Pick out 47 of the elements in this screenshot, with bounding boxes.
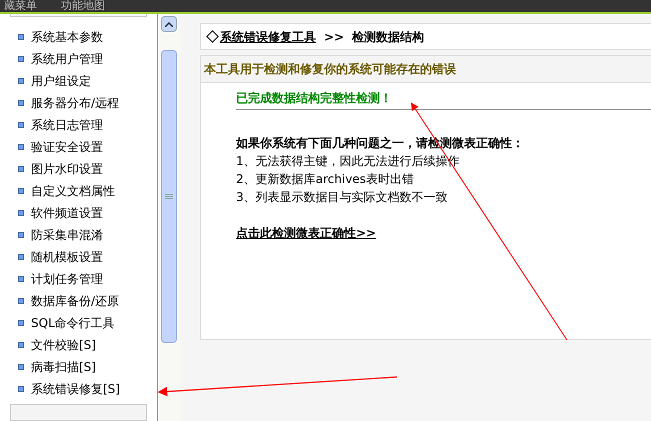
scroll-up-icon[interactable] [161,16,177,32]
bullet-icon [18,342,24,348]
bullet-icon [18,232,24,238]
bullet-icon [18,386,24,392]
bullet-icon [18,254,24,260]
breadcrumb-separator: >> [324,28,344,46]
bullet-icon [18,78,24,84]
bullet-icon [18,56,24,62]
bullet-icon [18,210,24,216]
bullet-icon [18,144,24,150]
sidebar-item[interactable]: SQL命令行工具 [0,312,157,334]
sidebar-item[interactable]: 系统错误修复[S] [0,378,157,400]
sidebar-item[interactable]: 系统日志管理 [0,114,157,136]
sidebar-item[interactable]: 软件频道设置 [0,202,157,224]
problem-item: 3、列表显示数据目与实际文档数不一致 [236,189,449,206]
scroll-thumb[interactable] [161,50,177,343]
bullet-icon [18,34,24,40]
sidebar-item[interactable]: 用户组设定 [0,70,157,92]
bullet-icon [18,276,24,282]
top-bar-link[interactable]: 功能地图 [61,0,105,12]
sidebar-item[interactable]: 自定义文档属性 [0,180,157,202]
status-message: 已完成数据结构完整性检测！ [236,90,393,107]
breadcrumb-link[interactable]: 系统错误修复工具 [220,28,316,46]
sidebar-item[interactable]: 随机模板设置 [0,246,157,268]
sidebar-item[interactable]: 服务器分布/远程 [0,92,157,114]
sidebar-item[interactable]: 文件校验[S] [0,334,157,356]
bullet-icon [18,364,24,370]
bullet-icon [18,122,24,128]
bullet-icon [18,188,24,194]
breadcrumb-current: 检测数据结构 [352,28,424,46]
panel-heading: 本工具用于检测和修复你的系统可能存在的错误 [201,56,651,83]
problem-item: 2、更新数据库archives表时出错 [236,171,415,188]
sidebar-item[interactable]: 计划任务管理 [0,268,157,290]
sidebar-item[interactable]: 病毒扫描[S] [0,356,157,378]
bullet-icon [18,166,24,172]
section-header[interactable] [10,404,147,421]
bullet-icon [18,100,24,106]
check-link[interactable]: 点击此检测微表正确性>> [236,224,376,242]
sidebar-item[interactable]: 验证安全设置 [0,136,157,158]
sidebar-item[interactable]: 系统基本参数 [0,26,157,48]
sidebar-item[interactable]: 数据库备份/还原 [0,290,157,312]
sidebar-item[interactable]: 图片水印设置 [0,158,157,180]
sidebar-item[interactable]: 系统用户管理 [0,48,157,70]
sidebar-item[interactable]: 防采集串混淆 [0,224,157,246]
bullet-icon [18,298,24,304]
bullet-icon [18,320,24,326]
top-bar-link[interactable]: 藏菜单 [4,0,37,12]
